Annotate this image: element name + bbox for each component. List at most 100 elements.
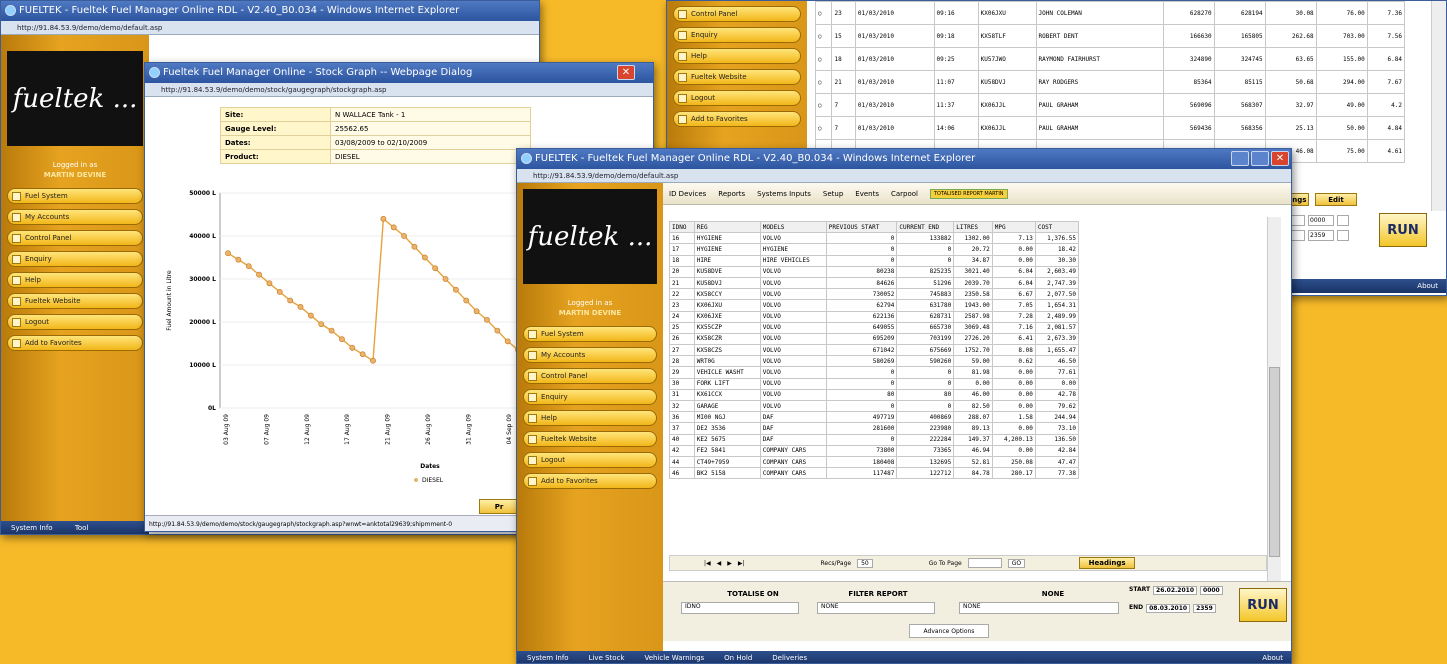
table-row[interactable]: 18 HIRE HIRE VEHICLES 0 0 34.87 0.00 30.30 <box>669 254 1080 267</box>
table-row[interactable]: 42 FE2 5841 COMPANY CARS 73800 73365 46.94 0.0… <box>669 444 1080 457</box>
nav-help[interactable]: Help <box>523 410 657 426</box>
filter-report-select[interactable]: NONE <box>817 602 935 614</box>
nav-add-to-favorites[interactable]: Add to Favorites <box>673 111 801 127</box>
table-row[interactable]: 21 KU58DVJ VOLVO 84626 51296 2039.70 6.04 2,747… <box>669 276 1080 290</box>
start-time-field[interactable]: 0000 <box>1308 215 1334 226</box>
table-row[interactable]: 40 KE2 5675 DAF 0 222284 149.37 4,200.13 136.50 <box>669 433 1080 446</box>
row-radio[interactable]: ○ <box>814 93 833 117</box>
nav-logout[interactable]: Logout <box>7 314 143 330</box>
scrollbar-thumb[interactable] <box>1269 367 1280 557</box>
edit-button[interactable]: Edit <box>1315 193 1357 206</box>
table-row[interactable]: 28 WRT0G VOLVO 580269 590260 59.00 0.62 46.50 <box>669 355 1080 368</box>
end-time-field[interactable]: 2359 <box>1308 230 1334 241</box>
address-bar[interactable]: http://91.84.53.9/demo/demo/default.asp <box>517 169 1291 183</box>
taskbar-system-info[interactable]: System Info <box>11 524 53 532</box>
about-button[interactable]: About <box>1262 651 1283 663</box>
next-page-icon[interactable]: ▶ <box>727 560 732 567</box>
table-row[interactable]: 23 KX06JXU VOLVO 62794 631780 1943.00 7.05 1,65… <box>669 299 1080 312</box>
toolbar-setup[interactable]: Setup <box>823 190 843 198</box>
taskbar-tool[interactable]: Tool <box>75 524 89 532</box>
table-row[interactable]: ○ 21 01/03/2010 11:07 KU58DVJ RAY RODGERS 8536… <box>814 70 1406 94</box>
taskbar-live-stock[interactable]: Live Stock <box>589 654 625 662</box>
table-row[interactable]: 46 BK2 5158 COMPANY CARS 117487 122712 84.78 2… <box>669 467 1080 480</box>
start-time-field[interactable]: 0000 <box>1200 586 1223 595</box>
taskbar-on-hold[interactable]: On Hold <box>724 654 752 662</box>
table-row[interactable]: 29 VEHICLE WASHT VOLVO 0 0 81.98 0.00 77.61 <box>669 366 1080 379</box>
nav-enquiry[interactable]: Enquiry <box>523 389 657 405</box>
maximize-icon[interactable] <box>1251 151 1269 166</box>
calendar-icon[interactable] <box>1337 230 1349 241</box>
nav-logout[interactable]: Logout <box>523 452 657 468</box>
window-titlebar[interactable]: FUELTEK - Fueltek Fuel Manager Online RD… <box>1 1 539 21</box>
table-row[interactable]: ○ 15 01/03/2010 09:18 KX58TLF ROBERT DENT 1666… <box>814 24 1406 48</box>
nav-fueltek-website[interactable]: Fueltek Website <box>7 293 143 309</box>
run-button[interactable]: RUN <box>1239 588 1287 622</box>
nav-add-to-favorites[interactable]: Add to Favorites <box>523 473 657 489</box>
column-header[interactable]: COST <box>1034 221 1080 234</box>
dialog-titlebar[interactable]: Fueltek Fuel Manager Online - Stock Grap… <box>145 63 653 83</box>
taskbar-deliveries[interactable]: Deliveries <box>772 654 807 662</box>
table-row[interactable]: 16 HYGIENE VOLVO 0 133882 1302.00 7.13 1,376.55 <box>669 232 1080 245</box>
nav-enquiry[interactable]: Enquiry <box>7 251 143 267</box>
end-time-field[interactable]: 2359 <box>1193 604 1216 613</box>
last-page-icon[interactable]: ▶| <box>738 560 745 567</box>
row-radio[interactable]: ○ <box>814 116 833 140</box>
nav-my-accounts[interactable]: My Accounts <box>523 347 657 363</box>
row-radio[interactable]: ○ <box>814 24 833 48</box>
go-button[interactable]: GO <box>1007 558 1026 568</box>
end-date-field[interactable]: 08.03.2010 <box>1146 604 1191 613</box>
table-row[interactable]: 24 KX06JXE VOLVO 622136 628731 2587.98 7.28 2,4… <box>669 310 1080 323</box>
totalise-select[interactable]: IDNO <box>681 602 799 614</box>
toolbar-id-devices[interactable]: ID Devices <box>669 190 706 198</box>
vertical-scrollbar[interactable] <box>1431 1 1446 211</box>
nav-control-panel[interactable]: Control Panel <box>7 230 143 246</box>
nav-my-accounts[interactable]: My Accounts <box>7 209 143 225</box>
table-row[interactable]: 44 CT49+7959 COMPANY CARS 180408 132695 52.81… <box>669 455 1080 469</box>
table-row[interactable]: ○ 7 01/03/2010 14:06 KX06JJL PAUL GRAHAM 56943… <box>814 116 1406 140</box>
taskbar-vehicle-warnings[interactable]: Vehicle Warnings <box>644 654 704 662</box>
toolbar-systems-inputs[interactable]: Systems Inputs <box>757 190 811 198</box>
table-row[interactable]: 20 KU58DVE VOLVO 80238 825235 3021.40 6.04 2,60… <box>669 265 1080 278</box>
goto-page-input[interactable] <box>967 558 1002 568</box>
table-row[interactable]: 26 KX58CZR VOLVO 695209 703199 2726.20 6.41 2,6… <box>669 332 1080 346</box>
headings-button[interactable]: Headings <box>1079 557 1136 569</box>
table-row[interactable]: 37 DE2 3536 DAF 281600 223980 89.13 0.00 73.10 <box>669 422 1080 435</box>
row-radio[interactable]: ○ <box>814 1 833 25</box>
close-icon[interactable]: ✕ <box>617 65 635 80</box>
nav-fuel-system[interactable]: Fuel System <box>7 188 143 204</box>
nav-fueltek-website[interactable]: Fueltek Website <box>523 431 657 447</box>
secondary-filter-select[interactable]: NONE <box>959 602 1119 614</box>
column-header[interactable]: LITRES <box>953 221 993 234</box>
first-page-icon[interactable]: |◀ <box>704 560 711 567</box>
nav-logout[interactable]: Logout <box>673 90 801 106</box>
row-radio[interactable]: ○ <box>814 47 833 71</box>
recs-per-page-select[interactable]: 50 <box>857 558 873 568</box>
table-row[interactable]: 25 KX55CZP VOLVO 649055 665730 3069.48 7.16 2,0… <box>669 321 1080 334</box>
table-row[interactable]: 27 KX58CZS VOLVO 671042 675669 1752.70 8.08 1,6… <box>669 344 1080 357</box>
table-row[interactable]: ○ 7 01/03/2010 11:37 KX06JJL PAUL GRAHAM 56909… <box>814 93 1406 117</box>
table-row[interactable]: 30 FORK LIFT VOLVO 0 0 0.00 0.00 0.00 <box>669 377 1080 390</box>
column-header[interactable]: IDNO <box>669 221 695 234</box>
table-row[interactable]: ○ 23 01/03/2010 09:16 KX06JXU JOHN COLEMAN 628… <box>814 1 1406 25</box>
toolbar-reports[interactable]: Reports <box>718 190 745 198</box>
table-row[interactable]: 31 KX61CCX VOLVO 80 80 46.00 0.00 42.78 <box>669 388 1080 402</box>
prev-page-icon[interactable]: ◀ <box>717 560 722 567</box>
nav-fuel-system[interactable]: Fuel System <box>523 326 657 342</box>
nav-help[interactable]: Help <box>7 272 143 288</box>
advance-options-tab[interactable]: Advance Options <box>909 624 989 638</box>
calendar-icon[interactable] <box>1337 215 1349 226</box>
close-icon[interactable]: ✕ <box>1271 151 1289 166</box>
print-button[interactable]: Pr <box>479 499 519 514</box>
window-titlebar[interactable]: FUELTEK - Fueltek Fuel Manager Online RD… <box>517 149 1291 169</box>
column-header[interactable]: PREVIOUS START <box>825 221 898 234</box>
toolbar-events[interactable]: Events <box>855 190 879 198</box>
run-button[interactable]: RUN <box>1379 213 1427 247</box>
toolbar-carpool[interactable]: Carpool <box>891 190 918 198</box>
table-row[interactable]: 22 KX58CCY VOLVO 730052 745883 2350.58 6.67 2,0… <box>669 288 1080 301</box>
row-radio[interactable]: ○ <box>814 70 833 94</box>
about-button[interactable]: About <box>1417 282 1438 290</box>
nav-add-to-favorites[interactable]: Add to Favorites <box>7 335 143 351</box>
nav-control-panel[interactable]: Control Panel <box>673 6 801 22</box>
minimize-icon[interactable] <box>1231 151 1249 166</box>
table-row[interactable]: 17 HYGIENE HYGIENE 0 0 20.72 0.00 18.42 <box>669 243 1080 256</box>
